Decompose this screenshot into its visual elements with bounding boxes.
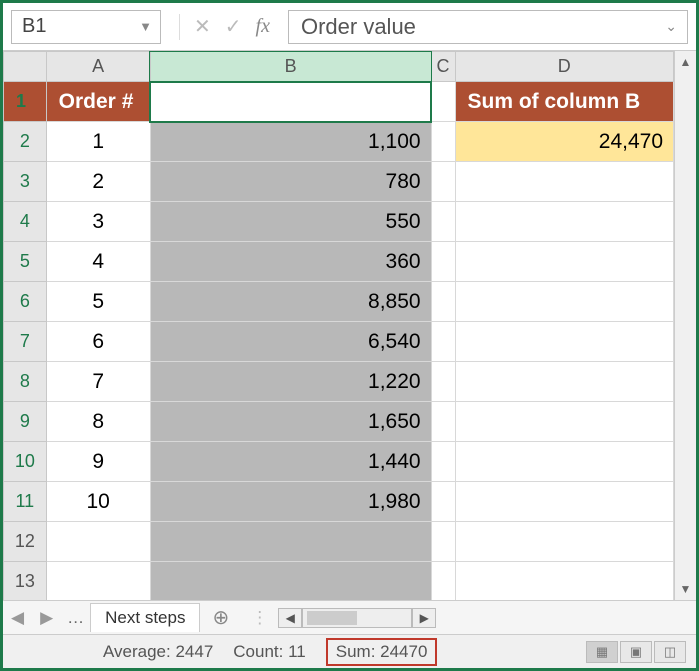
table-row: 32780: [4, 162, 674, 202]
formula-bar: B1 ▼ ✕ ✓ fx Order value ⌄: [3, 3, 696, 51]
row-header[interactable]: 1: [4, 82, 47, 122]
scroll-up-icon[interactable]: ▲: [680, 55, 692, 69]
tab-nav-next-icon[interactable]: ▶: [32, 608, 61, 628]
expand-formula-icon[interactable]: ⌄: [665, 18, 677, 35]
formula-input[interactable]: Order value ⌄: [288, 10, 688, 44]
select-all-corner[interactable]: [4, 52, 47, 82]
status-bar: Average: 2447 Count: 11 Sum: 24470 ▦ ▣ ◫: [3, 634, 696, 668]
sheet-tab[interactable]: Next steps: [90, 603, 200, 632]
cell-active[interactable]: Order value: [150, 82, 431, 122]
add-sheet-icon[interactable]: ⊕: [200, 605, 241, 630]
status-sum: Sum: 24470: [326, 638, 438, 666]
status-count: Count: 11: [233, 642, 305, 662]
fx-icon[interactable]: fx: [256, 15, 270, 38]
formula-value: Order value: [301, 14, 416, 40]
table-row: 2 1 1,100 24,470: [4, 122, 674, 162]
horizontal-scrollbar[interactable]: ◀ ▶: [278, 608, 436, 628]
spreadsheet-grid[interactable]: A B C D 1 Order # Order value Sum of col…: [3, 51, 674, 600]
cell[interactable]: [431, 122, 455, 162]
cell-sum[interactable]: 24,470: [455, 122, 674, 162]
col-header-c[interactable]: C: [431, 52, 455, 82]
chevron-down-icon[interactable]: ▼: [139, 19, 152, 34]
col-header-a[interactable]: A: [46, 52, 150, 82]
name-box-value: B1: [22, 15, 46, 38]
sheet-tabs-bar: ◀ ▶ … Next steps ⊕ ⋮ ◀ ▶: [3, 600, 696, 634]
formula-bar-buttons: ✕ ✓ fx: [171, 14, 278, 40]
cell[interactable]: [431, 82, 455, 122]
table-row: 13: [4, 562, 674, 601]
scroll-thumb[interactable]: [307, 611, 357, 625]
table-row: 11101,980: [4, 482, 674, 522]
cell[interactable]: Order #: [46, 82, 150, 122]
accept-icon[interactable]: ✓: [225, 14, 242, 39]
table-row: 766,540: [4, 322, 674, 362]
scroll-right-icon[interactable]: ▶: [412, 608, 436, 628]
scroll-down-icon[interactable]: ▼: [680, 582, 692, 596]
scroll-left-icon[interactable]: ◀: [278, 608, 302, 628]
col-header-d[interactable]: D: [455, 52, 674, 82]
vertical-scrollbar[interactable]: ▲ ▼: [674, 51, 696, 600]
row-header[interactable]: 2: [4, 122, 47, 162]
table-row: 1091,440: [4, 442, 674, 482]
name-box[interactable]: B1 ▼: [11, 10, 161, 44]
view-page-layout-icon[interactable]: ▣: [620, 641, 652, 663]
table-row: 981,650: [4, 402, 674, 442]
cell[interactable]: Sum of column B: [455, 82, 674, 122]
table-row: 43550: [4, 202, 674, 242]
tab-nav-prev-icon[interactable]: ◀: [3, 608, 32, 628]
table-row: 54360: [4, 242, 674, 282]
status-average: Average: 2447: [103, 642, 213, 662]
table-row: 1 Order # Order value Sum of column B: [4, 82, 674, 122]
table-row: 658,850: [4, 282, 674, 322]
table-row: 12: [4, 522, 674, 562]
tab-overflow-icon[interactable]: …: [61, 608, 90, 628]
cell[interactable]: 1: [46, 122, 150, 162]
column-headers: A B C D: [4, 52, 674, 82]
view-page-break-icon[interactable]: ◫: [654, 641, 686, 663]
scroll-track[interactable]: [302, 608, 412, 628]
view-normal-icon[interactable]: ▦: [586, 641, 618, 663]
cell[interactable]: 1,100: [150, 122, 431, 162]
col-header-b[interactable]: B: [150, 52, 431, 82]
view-switcher: ▦ ▣ ◫: [586, 641, 686, 663]
table-row: 871,220: [4, 362, 674, 402]
cancel-icon[interactable]: ✕: [194, 14, 211, 39]
